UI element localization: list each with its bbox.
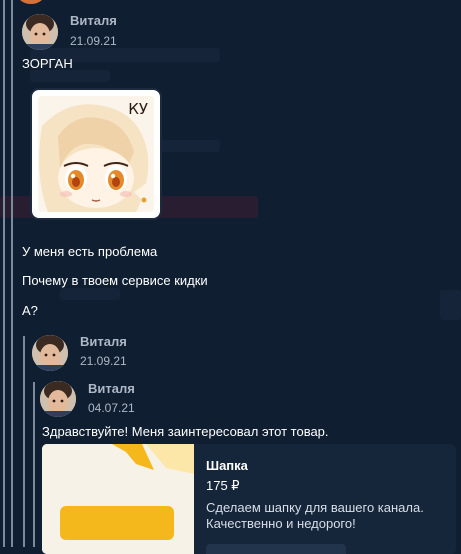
thread-line-main bbox=[11, 0, 13, 547]
sticker-caption: КУ bbox=[128, 100, 148, 118]
sticker-image[interactable]: КУ bbox=[32, 90, 160, 218]
anime-girl-sticker-art: КУ bbox=[38, 96, 154, 212]
previous-avatar-partial bbox=[18, 0, 44, 4]
author-name[interactable]: Виталя bbox=[88, 381, 135, 396]
thread-line-reply-2 bbox=[33, 382, 35, 547]
product-title: Шапка bbox=[206, 458, 248, 473]
thread-line-reply-1 bbox=[23, 336, 25, 547]
product-price: 175 ₽ bbox=[206, 478, 240, 493]
thread-line-outer bbox=[3, 0, 5, 547]
avatar[interactable] bbox=[40, 381, 76, 417]
product-action-button[interactable] bbox=[206, 544, 346, 554]
product-description: Сделаем шапку для вашего канала. Качеств… bbox=[206, 500, 446, 532]
author-name[interactable]: Виталя bbox=[70, 13, 117, 28]
product-description-line: Качественно и недорого! bbox=[206, 516, 356, 531]
product-description-line: Сделаем шапку для вашего канала. bbox=[206, 500, 424, 515]
avatar[interactable] bbox=[32, 335, 68, 371]
message-text: Почему в твоем сервисе кидки bbox=[22, 273, 208, 288]
message-timestamp: 21.09.21 bbox=[80, 354, 127, 368]
message-timestamp: 04.07.21 bbox=[88, 401, 135, 415]
message-timestamp: 21.09.21 bbox=[70, 34, 117, 48]
author-name[interactable]: Виталя bbox=[80, 334, 127, 349]
product-image[interactable] bbox=[42, 444, 194, 554]
message-text: У меня есть проблема bbox=[22, 244, 158, 259]
avatar[interactable] bbox=[22, 14, 58, 50]
product-card[interactable]: Шапка 175 ₽ Сделаем шапку для вашего кан… bbox=[42, 444, 456, 554]
message-text: Здравствуйте! Меня заинтересовал этот то… bbox=[42, 424, 329, 439]
message-text: А? bbox=[22, 303, 38, 318]
message-text: ЗОРГАН bbox=[22, 56, 73, 71]
